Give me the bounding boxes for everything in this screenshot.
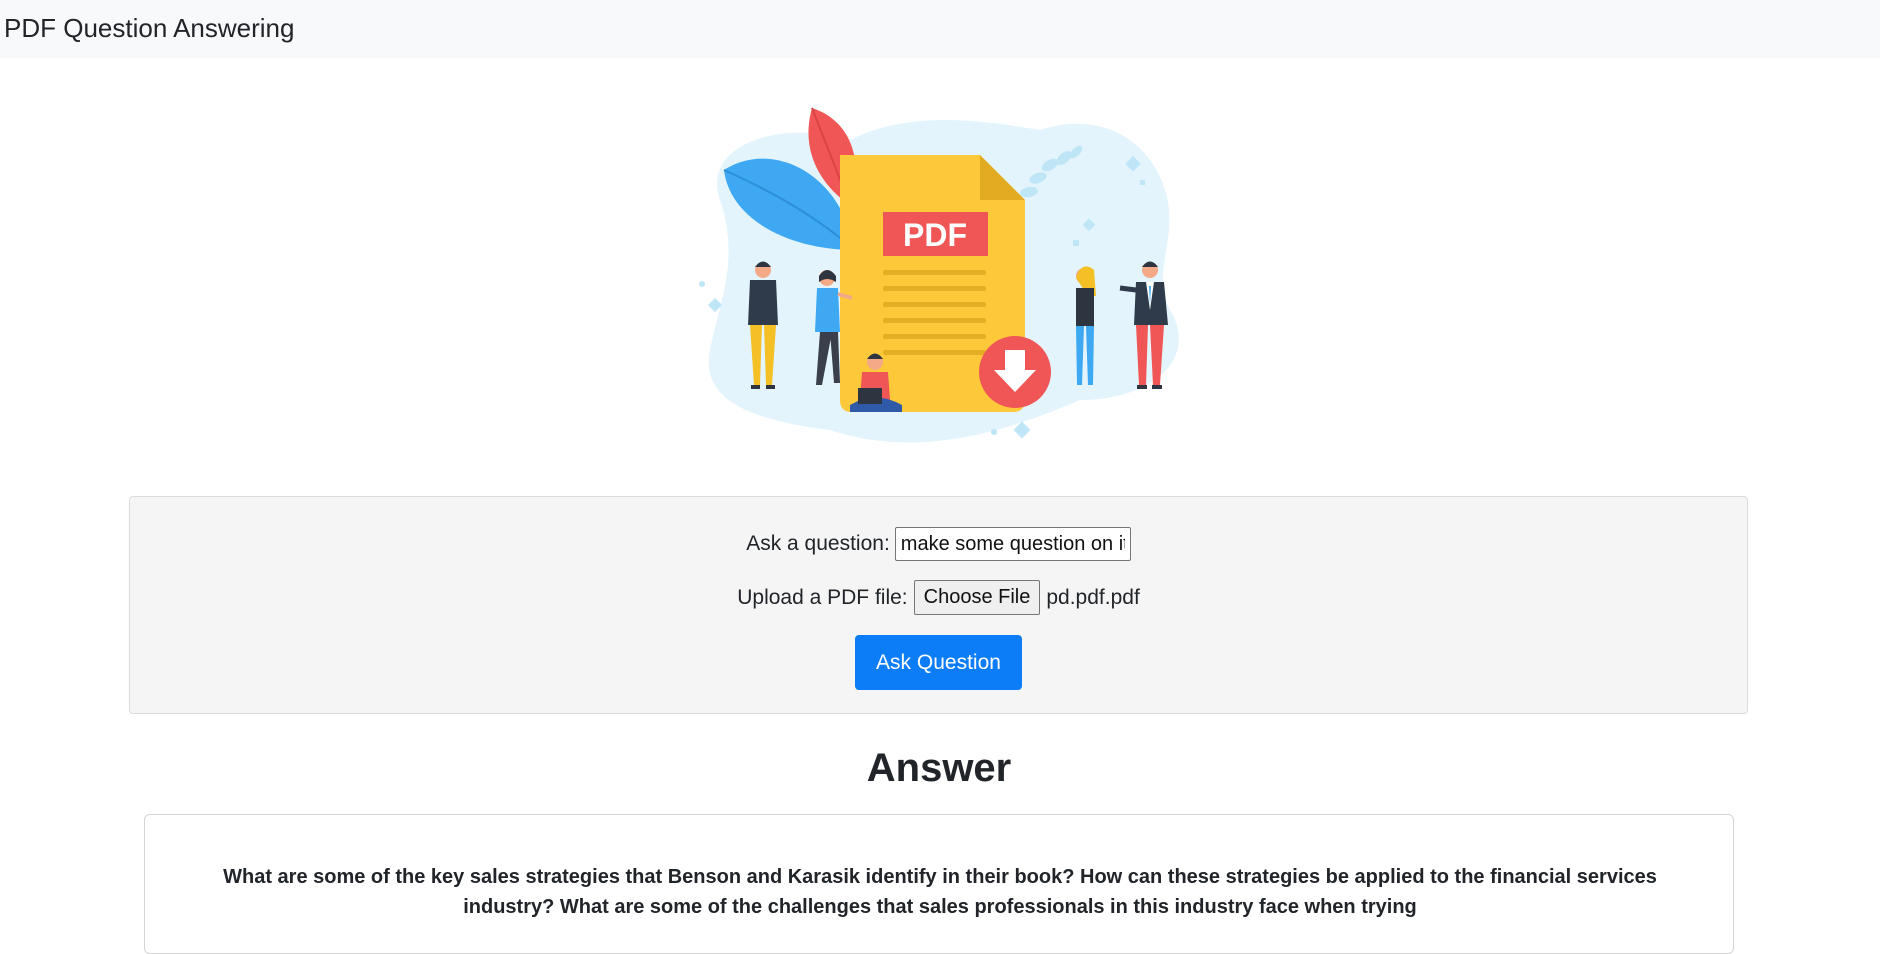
question-input[interactable] (894, 527, 1131, 561)
upload-label: Upload a PDF file: (737, 585, 908, 609)
upload-row: Upload a PDF file: Choose File pd.pdf.pd… (130, 580, 1747, 615)
question-label: Ask a question: (746, 532, 890, 555)
pdf-document-illustration: PDF (699, 107, 1179, 443)
answer-heading: Answer (866, 746, 1012, 790)
answer-card: What are some of the key sales strategie… (144, 814, 1734, 954)
navbar-brand[interactable]: PDF Question Answering (4, 12, 294, 44)
selected-file-name: pd.pdf.pdf (1046, 585, 1140, 609)
navbar: PDF Question Answering (0, 0, 1880, 58)
svg-text:PDF: PDF (903, 217, 967, 253)
answer-text: What are some of the key sales strategie… (223, 866, 1657, 918)
choose-file-button[interactable]: Choose File (913, 580, 1041, 615)
ask-question-button[interactable]: Ask Question (855, 635, 1022, 690)
question-form-card: Ask a question: Upload a PDF file: Choos… (129, 496, 1748, 714)
question-row: Ask a question: (130, 527, 1747, 561)
